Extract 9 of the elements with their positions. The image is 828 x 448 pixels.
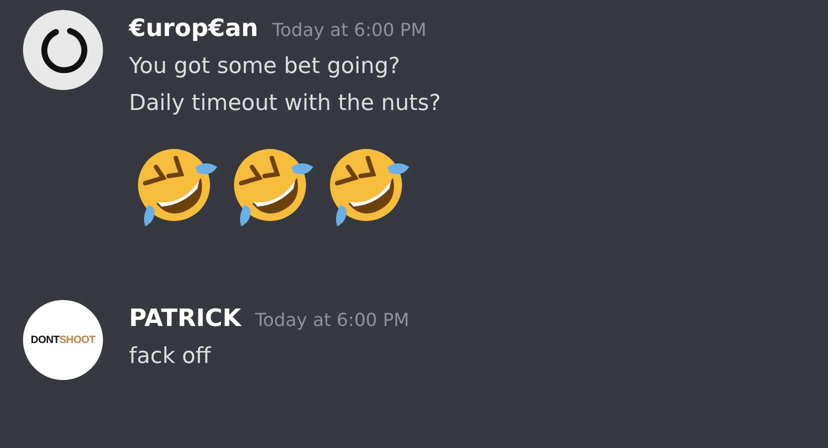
message-text: You got some bet going?: [129, 54, 402, 79]
message-text: fack off: [129, 344, 212, 369]
message-text: Daily timeout with the nuts?: [129, 91, 441, 116]
username[interactable]: €urop€an: [129, 14, 258, 42]
avatar[interactable]: DONTSHOOT: [23, 300, 103, 380]
logo-text: DONTSHOOT: [30, 334, 96, 346]
timestamp: Today at 6:00 PM: [272, 20, 426, 41]
username[interactable]: PATRICK: [129, 304, 242, 332]
timestamp: Today at 6:00 PM: [255, 310, 410, 331]
